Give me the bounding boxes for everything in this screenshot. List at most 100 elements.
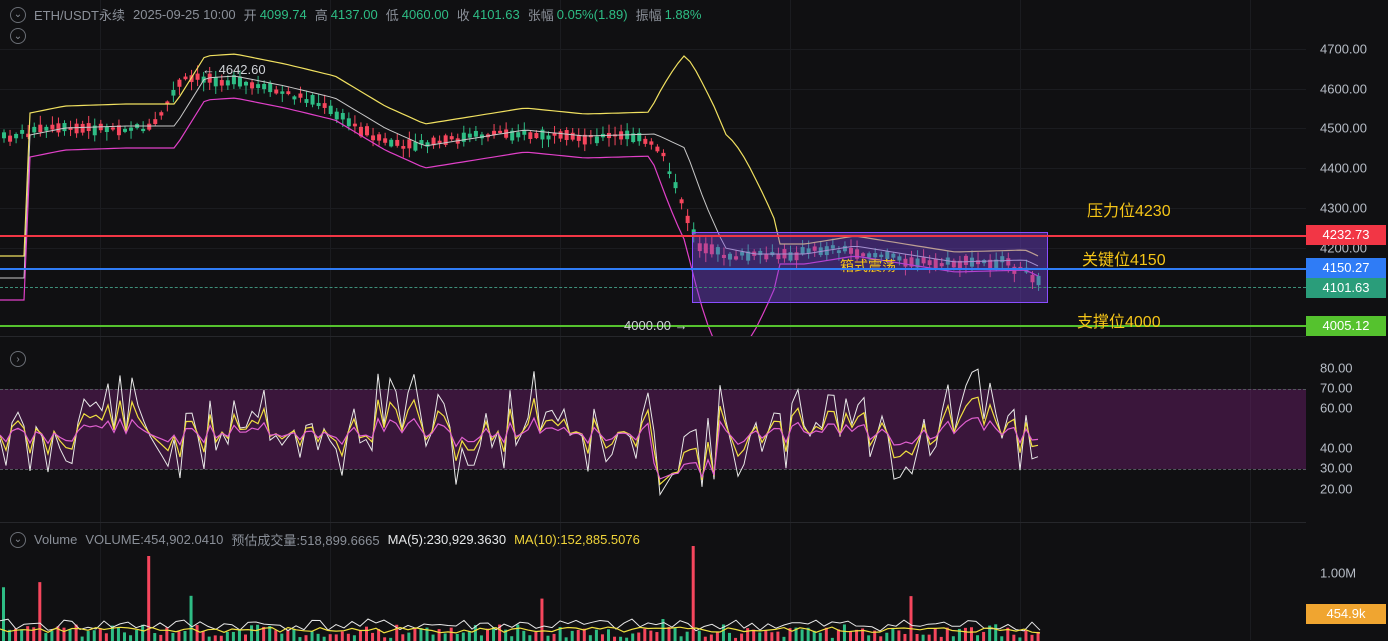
rsi-tick: 80.00	[1320, 360, 1353, 376]
volume-bar	[256, 624, 260, 641]
price-axis[interactable]: 4700.00 4600.00 4500.00 4400.00 4300.00 …	[1306, 0, 1388, 336]
price-chart-pane[interactable]: 箱式震荡 压力位4230 关键位4150 支撑位4000 ← 4642.60 4…	[0, 0, 1306, 336]
rsi-axis[interactable]: 80.00 70.00 60.00 40.00 30.00 20.00	[1306, 336, 1388, 522]
candle-body	[244, 81, 248, 86]
candle-body	[237, 76, 242, 87]
volume-bar	[165, 627, 169, 641]
volume-bar	[189, 595, 193, 641]
volume-axis[interactable]: 1.00M 454.9k	[1306, 522, 1388, 640]
candle-body	[322, 103, 327, 108]
volume-bar	[141, 624, 145, 641]
volume-bar	[26, 626, 30, 641]
volume-bar	[607, 629, 610, 641]
candle-body	[110, 127, 115, 130]
volume-bar	[365, 626, 368, 641]
symbol: ETH/USDT永续	[34, 8, 126, 23]
candle-body	[667, 171, 672, 174]
rsi-slow-line	[0, 416, 1039, 480]
volume-bar	[879, 636, 883, 641]
volume-bar	[516, 624, 520, 641]
volume-bar	[50, 630, 54, 641]
volume-bar	[274, 630, 278, 641]
candle-body	[8, 135, 13, 142]
candle-body	[558, 131, 563, 139]
rsi-tick: 60.00	[1320, 400, 1353, 416]
candle-body	[32, 126, 37, 133]
volume-bar	[358, 630, 362, 641]
candle-body	[661, 152, 666, 157]
price-tick: 4300.00	[1320, 200, 1367, 216]
candle-body	[268, 82, 273, 93]
resistance-line[interactable]	[0, 235, 1306, 237]
volume-bar	[213, 635, 217, 641]
volume-bar	[80, 636, 84, 641]
volume-bar	[2, 587, 5, 641]
chevron-down-icon[interactable]: ⌄	[10, 6, 26, 23]
volume-bar	[709, 634, 713, 641]
rsi-pane[interactable]: ›	[0, 336, 1306, 523]
candle-body	[401, 146, 406, 149]
rsi-tick: 40.00	[1320, 440, 1353, 456]
volume-bar	[195, 625, 199, 641]
chevron-down-icon[interactable]: ⌄	[10, 28, 26, 44]
volume-bar	[897, 630, 901, 641]
chevron-down-icon[interactable]: ⌄	[10, 531, 26, 548]
volume-estimate: 预估成交量:518,899.6665	[231, 533, 380, 548]
volume-bar	[250, 625, 254, 641]
ohlc-legend: ⌄ ETH/USDT永续 2025-09-25 10:00 开 4099.74 …	[10, 5, 701, 24]
volume-bar	[649, 630, 653, 641]
volume-bar	[764, 630, 768, 641]
low-label: 低	[385, 8, 399, 23]
volume-bar	[619, 636, 623, 641]
candle-body	[147, 123, 152, 130]
candle-body	[346, 118, 351, 127]
volume-bar	[842, 624, 846, 641]
resistance-label: 压力位4230	[1087, 203, 1171, 220]
rsi-toggle[interactable]: ›	[10, 351, 34, 367]
candle-body	[123, 128, 127, 132]
chevron-right-icon[interactable]: ›	[10, 351, 26, 367]
volume-bar	[963, 627, 967, 641]
volume-bar	[570, 630, 574, 641]
volume-bar	[824, 627, 828, 641]
volume-bar	[564, 637, 568, 641]
volume-bar	[576, 629, 580, 641]
candle-body	[310, 95, 315, 105]
volume-bar	[68, 629, 72, 641]
volume-bar	[679, 636, 683, 641]
volume-pane[interactable]: ⌄ Volume VOLUME:454,902.0410 预估成交量:518,8…	[0, 522, 1306, 641]
volume-bar	[129, 635, 133, 641]
candle-body	[256, 84, 261, 88]
candle-body	[516, 132, 521, 138]
candle-body	[649, 141, 654, 145]
candle-body	[80, 123, 85, 133]
key-level-label: 关键位4150	[1082, 252, 1166, 269]
candle-body	[413, 141, 418, 151]
rsi-fast-line	[0, 368, 1039, 497]
candle-body	[44, 126, 49, 131]
candle-body	[443, 135, 448, 145]
volume-bar	[449, 627, 453, 641]
rsi-mid-line	[0, 396, 1039, 486]
volume-bar	[891, 628, 895, 641]
candle-body	[159, 112, 164, 116]
high-value: 4137.00	[330, 7, 378, 22]
volume-bar	[383, 637, 387, 641]
volume-bar	[437, 629, 441, 641]
candle-body	[685, 215, 690, 224]
volume-bars	[2, 546, 1040, 641]
price-tick: 4600.00	[1320, 81, 1367, 97]
price-tick: 4500.00	[1320, 120, 1367, 136]
candle-body	[250, 82, 255, 89]
indicator-toggle[interactable]: ⌄	[10, 28, 34, 44]
candle-body	[14, 133, 19, 139]
candle-body	[334, 111, 339, 120]
candle-body	[56, 123, 61, 133]
open-label: 开	[243, 8, 257, 23]
candle-body	[540, 129, 545, 140]
amplitude-label: 振幅	[635, 8, 662, 23]
candle-body	[352, 123, 357, 127]
volume-bar	[413, 627, 417, 641]
low-marker: 4000.00 →	[624, 318, 688, 333]
change-value: 0.05%(1.89)	[556, 7, 628, 22]
